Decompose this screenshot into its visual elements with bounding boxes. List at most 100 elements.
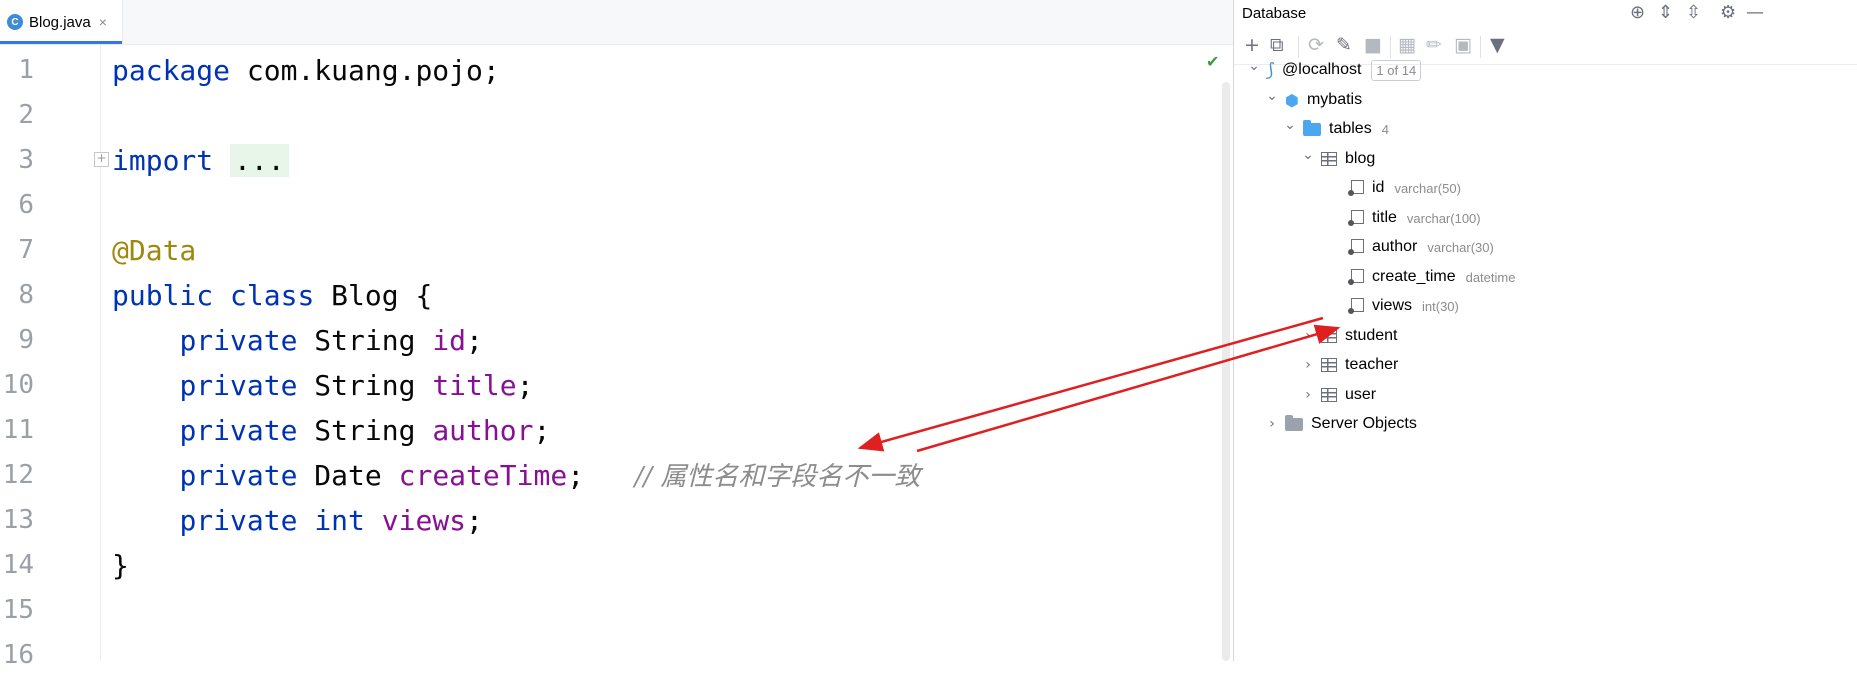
line-number: 3 [18,145,34,175]
mysql-datasource-icon: ⟆ [1267,59,1275,81]
code-editor: C Blog.java × 1 package com.kuang.pojo; 2 3… [0,0,1233,670]
code-token: private [179,414,298,447]
chevron-down-icon[interactable]: ⌄ [1283,117,1297,133]
line-number: 12 [2,460,34,490]
edit-icon[interactable]: ✏ [1426,34,1442,56]
table-icon [1321,329,1337,343]
tree-node-label: user [1345,386,1377,403]
tree-node-col-title[interactable]: title varchar(100) [1328,204,1481,232]
code-line[interactable]: 9 private String id; [0,318,1233,363]
line-number: 10 [2,370,34,400]
code-line[interactable]: 11 private String author; [0,408,1233,453]
code-text: } [112,543,129,588]
chevron-down-icon[interactable]: ⌄ [1265,88,1279,104]
minimize-icon[interactable]: — [1746,2,1764,23]
code-token: ; [533,414,551,447]
tree-node-label: student [1345,327,1398,344]
tree-node-tables[interactable]: ⌄ tables 4 [1283,115,1389,143]
tab-blog-java[interactable]: C Blog.java × [0,0,123,44]
code-line[interactable]: 1 package com.kuang.pojo; [0,48,1233,93]
stop-icon[interactable]: ■ [1364,34,1382,56]
tree-node-col-id[interactable]: id varchar(50) [1328,174,1461,202]
code-token: String [297,324,433,357]
code-token: Blog { [314,279,433,312]
code-token: class [230,279,315,312]
schema-edit-icon[interactable]: ✎ [1336,34,1352,56]
code-line[interactable]: 10 private String title; [0,363,1233,408]
column-type: varchar(100) [1406,210,1481,226]
code-line[interactable]: 2 [0,93,1233,138]
collapse-all-icon[interactable]: ⇳ [1686,2,1701,23]
code-text: private String title; [112,363,533,408]
item-count: 4 [1381,121,1389,137]
chevron-down-icon[interactable]: ⌄ [1247,58,1261,74]
chevron-right-icon[interactable]: › [1301,387,1315,403]
filter-icon[interactable]: ▼ [1490,34,1505,56]
gear-icon[interactable]: ⚙ [1720,2,1736,23]
tree-node-col-author[interactable]: author varchar(30) [1328,233,1494,261]
table-icon [1321,358,1337,372]
column-icon [1348,269,1364,285]
column-icon [1348,210,1364,226]
line-number: 15 [2,595,34,625]
code-token: ; [516,369,534,402]
tree-node-label: teacher [1345,356,1399,373]
refresh-icon[interactable]: ⟳ [1308,34,1324,56]
close-icon[interactable]: × [99,14,107,30]
tree-node-label: id [1372,179,1385,196]
code-line[interactable]: 12 private Date createTime; // 属性名和字段名不一… [0,453,1233,498]
tree-node-blog[interactable]: ⌄ blog [1301,145,1375,173]
chevron-down-icon[interactable]: ⌄ [1301,147,1315,163]
chevron-right-icon[interactable]: › [1265,416,1279,432]
code-text: package com.kuang.pojo; [112,48,500,93]
column-icon [1348,298,1364,314]
column-icon [1348,180,1364,196]
code-line[interactable]: 14} [0,543,1233,588]
tree-node-label: tables [1329,120,1372,137]
code-token: Date [297,459,399,492]
table-icon [1321,388,1337,402]
table-icon [1321,152,1337,166]
editor-tab-bar: C Blog.java × [0,0,1233,45]
code-line[interactable]: 6 [0,183,1233,228]
tree-node-label: @localhost [1282,61,1362,78]
tree-node-teacher[interactable]: › teacher [1301,351,1398,379]
folder-icon [1285,414,1303,431]
tree-node-col-views[interactable]: views int(30) [1328,292,1459,320]
tree-node-student[interactable]: › student [1301,322,1397,350]
code-line[interactable]: 15 [0,588,1233,633]
tree-node-schema[interactable]: ⌄ ⬢ mybatis [1265,86,1362,114]
code-line[interactable]: 13 private int views; [0,498,1233,543]
chevron-right-icon[interactable]: › [1301,357,1315,373]
toolbar-separator [1298,36,1299,58]
tree-node-label: blog [1345,150,1376,167]
code-text: public class Blog { [112,273,432,318]
table-editor-icon[interactable]: ▦ [1398,34,1416,56]
fold-expand-icon[interactable]: + [94,152,109,167]
line-number: 9 [18,325,34,355]
code-line[interactable]: 16 [0,633,1233,678]
duplicate-icon[interactable]: ⧉ [1270,34,1284,56]
target-icon[interactable]: ⊕ [1630,2,1645,23]
vertical-scrollbar[interactable] [1222,82,1230,661]
tree-node-host[interactable]: ⌄ ⟆ @localhost 1 of 14 [1247,56,1422,84]
code-token: views [381,504,467,537]
code-text: private int views; [112,498,482,543]
code-token: int [314,504,365,537]
expand-all-icon[interactable]: ⇕ [1658,2,1673,23]
schema-count-badge[interactable]: 1 of 14 [1371,59,1422,81]
code-line[interactable]: 3 + import ... [0,138,1233,183]
line-number: 6 [18,190,34,220]
tree-node-user[interactable]: › user [1301,381,1376,409]
chevron-right-icon[interactable]: › [1301,328,1315,344]
code-token: ... [230,144,289,177]
code-line[interactable]: 7 @Data [0,228,1233,273]
query-console-icon[interactable]: ▣ [1454,34,1472,56]
add-icon[interactable]: + [1244,34,1260,56]
tree-node-server-objects[interactable]: › Server Objects [1265,410,1417,438]
code-line[interactable]: 8 public class Blog { [0,273,1233,318]
tree-node-col-create_time[interactable]: create_time datetime [1328,263,1515,291]
